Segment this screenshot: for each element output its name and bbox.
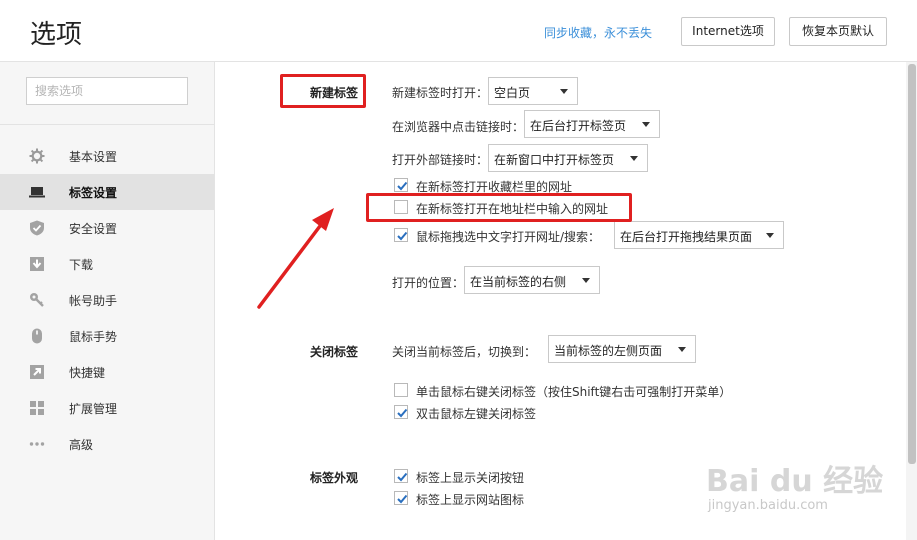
baidu-watermark: Bai du 经验 jingyan.baidu.com bbox=[702, 456, 902, 526]
watermark-main: Bai du 经验 bbox=[706, 464, 884, 499]
watermark-sub: jingyan.baidu.com bbox=[708, 498, 828, 513]
